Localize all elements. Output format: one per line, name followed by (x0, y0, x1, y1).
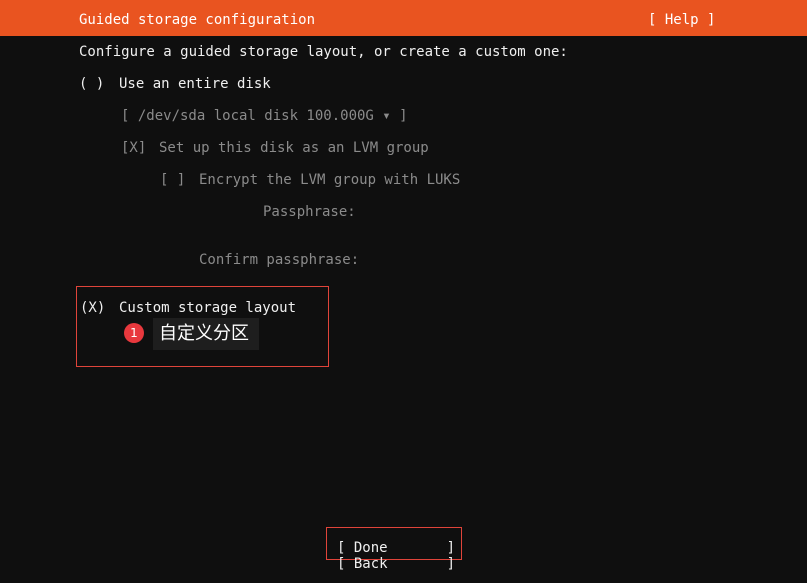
custom-layout-label[interactable]: Custom storage layout (119, 299, 296, 317)
custom-layout-radio[interactable]: (X) (80, 299, 105, 317)
confirm-passphrase-label: Confirm passphrase: (199, 252, 360, 268)
disk-select[interactable]: [ /dev/sda local disk 100.000G ▾ ] (121, 107, 408, 125)
lvm-checkbox[interactable]: [X] (121, 139, 146, 157)
luks-label: Encrypt the LVM group with LUKS (199, 172, 461, 188)
back-button[interactable]: [ Back ] (337, 555, 455, 573)
annotation-label: 自定义分区 (153, 318, 259, 350)
intro-text: Configure a guided storage layout, or cr… (79, 44, 568, 60)
passphrase-label: Passphrase: (263, 204, 356, 220)
page-title: Guided storage configuration (79, 12, 316, 28)
luks-checkbox[interactable]: [ ] (160, 171, 185, 189)
help-button[interactable]: [ Help ] (648, 11, 715, 29)
entire-disk-label[interactable]: Use an entire disk (119, 75, 271, 93)
annotation-number-badge: 1 (124, 323, 144, 343)
lvm-label: Set up this disk as an LVM group (159, 140, 429, 156)
entire-disk-radio[interactable]: ( ) (79, 75, 104, 93)
